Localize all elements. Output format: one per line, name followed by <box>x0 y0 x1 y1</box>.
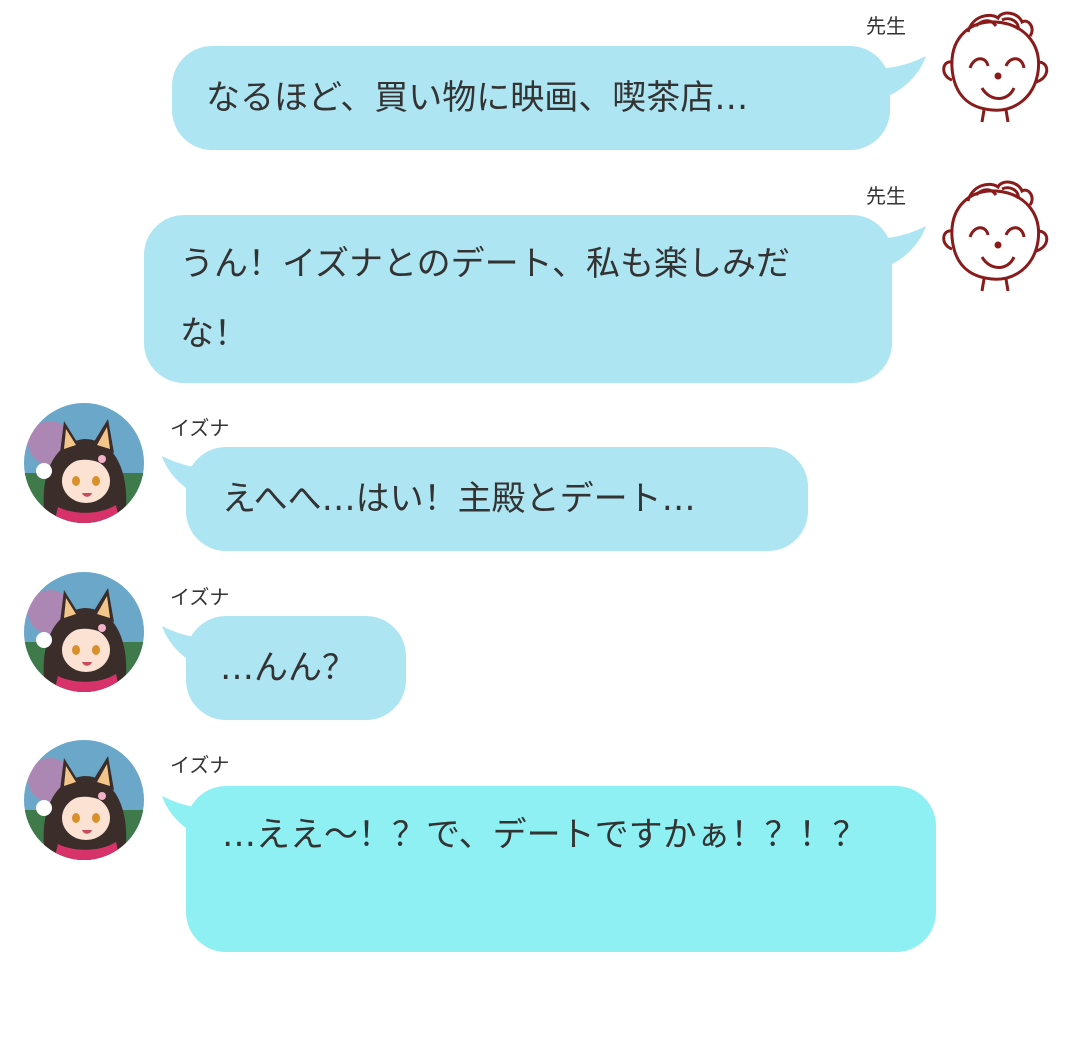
sender-name: 先生 <box>866 14 906 38</box>
chat-bubble: …ええ〜！？で、デートですかぁ！？！？ <box>186 786 936 952</box>
sensei-face-icon[interactable] <box>932 6 1056 130</box>
sender-name: イズナ <box>170 753 230 777</box>
chat-bubble: なるほど、買い物に映画、喫茶店… <box>172 46 890 150</box>
message-text: …ええ〜！？で、デートですかぁ！？！？ <box>222 815 867 855</box>
izuna-avatar[interactable] <box>24 572 144 692</box>
sender-name: イズナ <box>170 416 230 440</box>
izuna-avatar[interactable] <box>24 740 144 860</box>
message-text: えへへ…はい！主殿とデート… <box>222 479 696 519</box>
message-text: なるほど、買い物に映画、喫茶店… <box>206 78 749 118</box>
sensei-face-icon[interactable] <box>932 175 1056 299</box>
sender-name: イズナ <box>170 585 230 609</box>
sender-name: 先生 <box>866 184 906 208</box>
chat-bubble: うん！イズナとのデート、私も楽しみだな！ <box>144 215 892 383</box>
chat-bubble: …んん？ <box>186 616 406 720</box>
chat-bubble: えへへ…はい！主殿とデート… <box>186 447 808 551</box>
message-text: …んん？ <box>220 648 356 688</box>
message-text: うん！イズナとのデート、私も楽しみだな！ <box>180 244 790 354</box>
izuna-avatar[interactable] <box>24 403 144 523</box>
